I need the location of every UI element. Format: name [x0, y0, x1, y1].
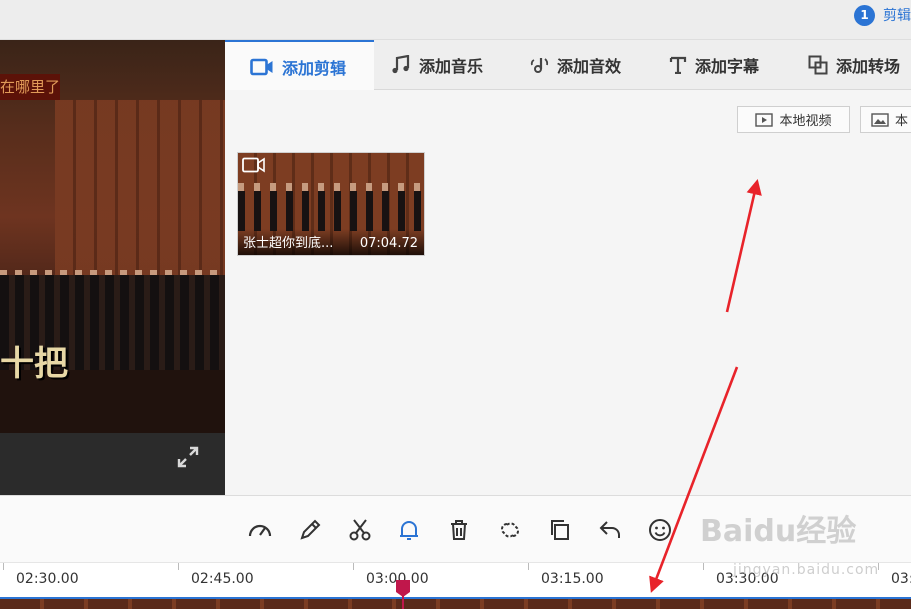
banner-text: 在哪里了	[0, 78, 61, 96]
tab-add-music[interactable]: 添加音乐	[391, 40, 483, 90]
time-tick: 03:15.00	[541, 571, 604, 587]
step-number-badge: 1	[854, 4, 875, 26]
tab-label: 添加音效	[557, 57, 622, 76]
tick-mark	[3, 563, 4, 570]
clip-duration: 07:04.72	[359, 236, 418, 251]
pencil-icon[interactable]	[295, 515, 325, 545]
video-preview-panel: 在哪里了 十把	[0, 40, 225, 495]
bell-icon[interactable]	[394, 515, 424, 545]
image-icon	[871, 112, 889, 127]
preview-controls	[0, 433, 225, 495]
local-image-button[interactable]: 本	[860, 106, 911, 133]
video-track[interactable]	[0, 597, 911, 609]
tick-mark	[353, 563, 354, 570]
play-box-icon	[755, 112, 774, 127]
preview-frame[interactable]: 在哪里了 十把	[0, 40, 225, 433]
tick-mark	[703, 563, 704, 570]
expand-icon[interactable]	[176, 445, 200, 469]
speed-icon[interactable]	[245, 515, 275, 545]
tab-label: 添加剪辑	[282, 58, 347, 78]
preview-subtitle: 十把	[0, 344, 68, 384]
time-tick: 02:30.00	[16, 571, 79, 587]
tab-add-transition[interactable]: 添加转场	[808, 40, 900, 90]
clip-name: 张士超你到底...	[243, 236, 334, 251]
detach-icon[interactable]	[495, 515, 525, 545]
tab-add-subtitle[interactable]: 添加字幕	[669, 40, 759, 90]
step-indicator[interactable]: 1 剪辑	[854, 4, 911, 26]
tab-add-clip[interactable]: 添加剪辑	[225, 40, 374, 91]
copy-icon[interactable]	[545, 515, 575, 545]
playhead-marker[interactable]	[396, 577, 410, 609]
undo-icon[interactable]	[595, 515, 625, 545]
tab-label: 添加音乐	[419, 57, 484, 76]
sound-effect-icon	[530, 58, 549, 73]
video-editor-window: 1 剪辑 在哪里了 十把 添加剪辑 添加音乐 添加音效 添加字幕 添加转场 本地…	[0, 0, 911, 609]
tab-add-sound-effect[interactable]: 添加音效	[529, 40, 621, 90]
stage-wall	[55, 100, 225, 290]
scissors-icon[interactable]	[345, 515, 375, 545]
emoji-icon[interactable]	[645, 515, 675, 545]
local-video-button[interactable]: 本地视频	[737, 106, 850, 133]
time-tick: 02:45.00	[191, 571, 254, 587]
media-library: 本地视频 本 张士超你到底... 07:04.72	[225, 90, 911, 495]
tick-mark	[178, 563, 179, 570]
tab-label: 添加转场	[836, 57, 901, 76]
video-camera-icon	[250, 58, 273, 75]
baidu-watermark-url: jingyan.baidu.com	[733, 562, 880, 578]
clip-choir	[238, 191, 424, 231]
baidu-watermark: Baidu经验	[700, 514, 857, 549]
local-image-label: 本	[895, 114, 909, 129]
tick-mark	[528, 563, 529, 570]
tab-label: 添加字幕	[695, 57, 760, 76]
tab-bar: 添加剪辑 添加音乐 添加音效 添加字幕 添加转场	[225, 40, 911, 91]
transition-icon	[808, 55, 828, 75]
music-note-icon	[392, 55, 410, 74]
local-video-label: 本地视频	[779, 114, 832, 129]
video-camera-icon	[242, 157, 265, 173]
text-t-icon	[669, 56, 687, 74]
media-clip-thumbnail[interactable]: 张士超你到底... 07:04.72	[237, 152, 425, 256]
trash-icon[interactable]	[444, 515, 474, 545]
time-tick: 03:	[891, 571, 911, 587]
top-bar: 1 剪辑	[0, 0, 911, 40]
clip-heads	[238, 183, 424, 191]
step-label: 剪辑	[883, 8, 911, 24]
